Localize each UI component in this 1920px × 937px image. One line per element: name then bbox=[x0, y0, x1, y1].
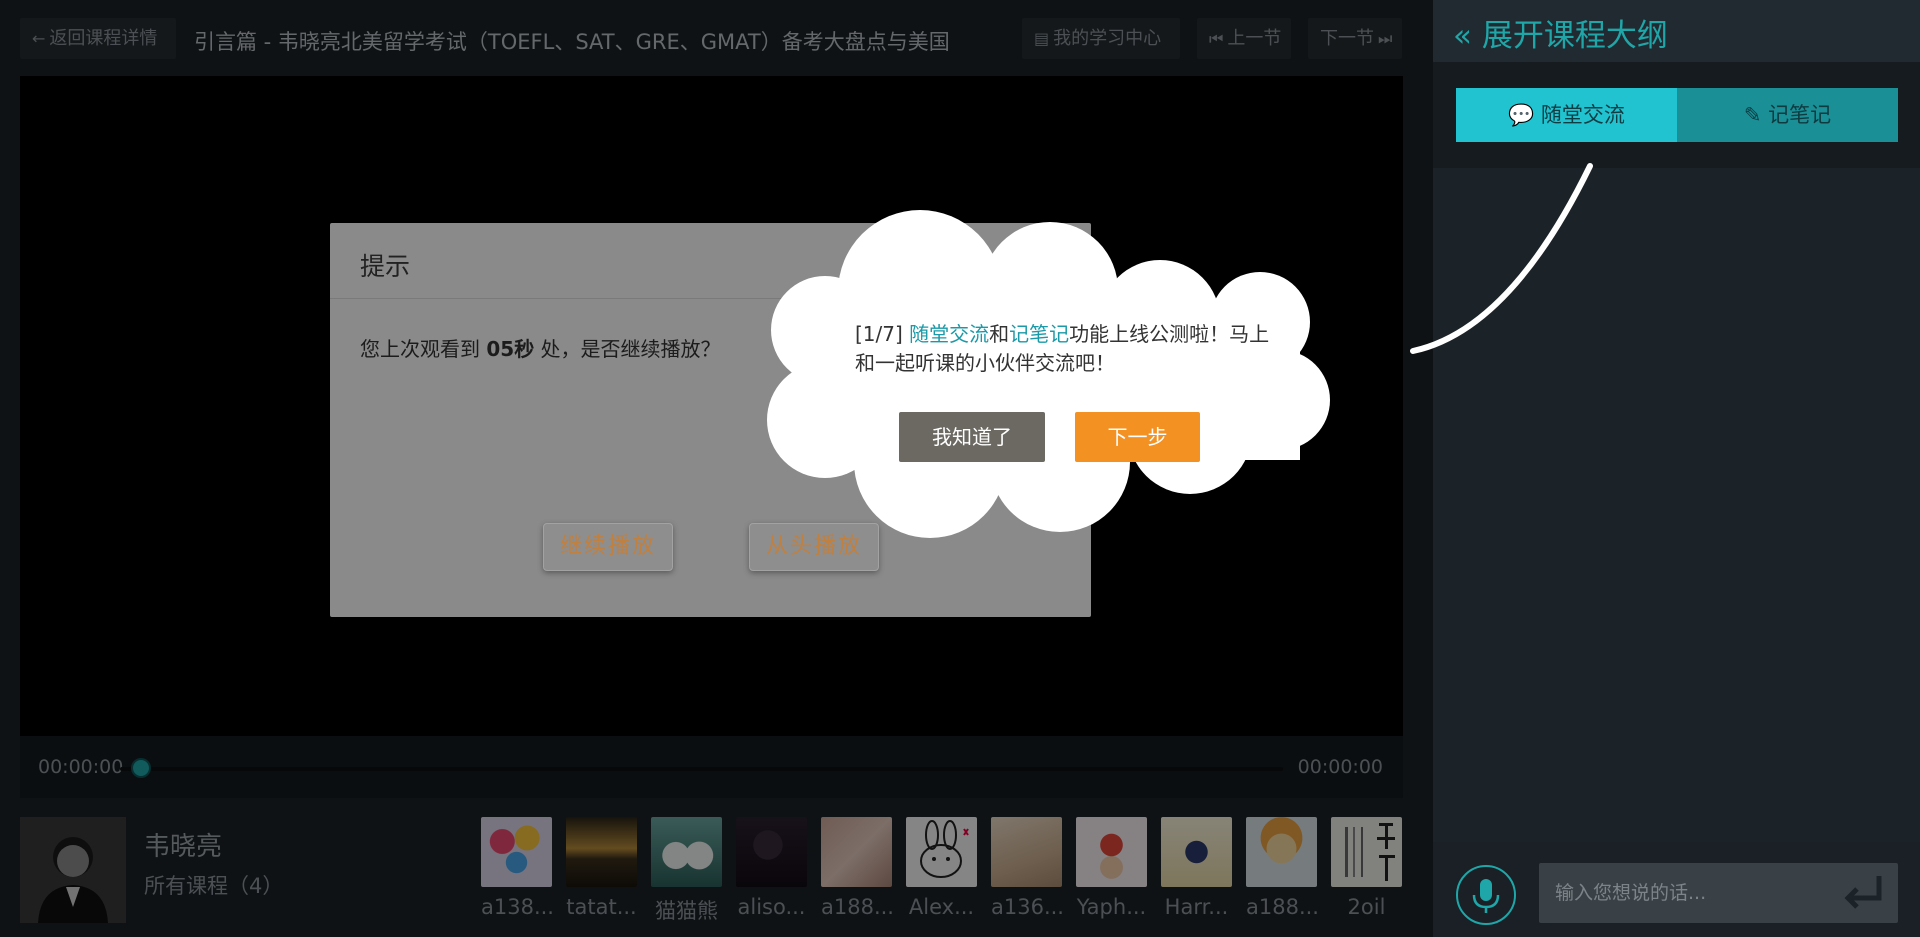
enter-icon[interactable] bbox=[1843, 872, 1887, 912]
chat-input-bar bbox=[1433, 842, 1920, 937]
continue-play-button[interactable]: 继续播放 bbox=[543, 523, 673, 571]
guide-arrow bbox=[1410, 163, 1593, 354]
tab-take-notes[interactable]: ✎ 记笔记 bbox=[1677, 88, 1898, 142]
cloud-tooltip-shape bbox=[767, 210, 1330, 538]
panel-tabs: 💬 随堂交流 ✎ 记笔记 bbox=[1433, 62, 1920, 168]
got-it-button[interactable]: 我知道了 bbox=[899, 412, 1045, 462]
right-panel: « 展开课程大纲 💬 随堂交流 ✎ 记笔记 bbox=[1433, 0, 1920, 937]
tip-message: [1/7] 随堂交流和记笔记功能上线公测啦！马上和一起听课的小伙伴交流吧！ bbox=[855, 322, 1270, 375]
double-chevron-left-icon: « bbox=[1453, 18, 1472, 54]
next-step-button[interactable]: 下一步 bbox=[1075, 412, 1200, 462]
outline-toggle[interactable]: « 展开课程大纲 bbox=[1433, 0, 1920, 62]
dialog-message: 您上次观看到 05秒 处，是否继续播放？ bbox=[360, 337, 721, 361]
comments-icon: 💬 bbox=[1508, 103, 1535, 127]
pencil-icon: ✎ bbox=[1743, 103, 1762, 127]
microphone-button[interactable] bbox=[1456, 865, 1516, 925]
tab-class-chat[interactable]: 💬 随堂交流 bbox=[1456, 88, 1677, 142]
microphone-icon bbox=[1472, 879, 1500, 913]
